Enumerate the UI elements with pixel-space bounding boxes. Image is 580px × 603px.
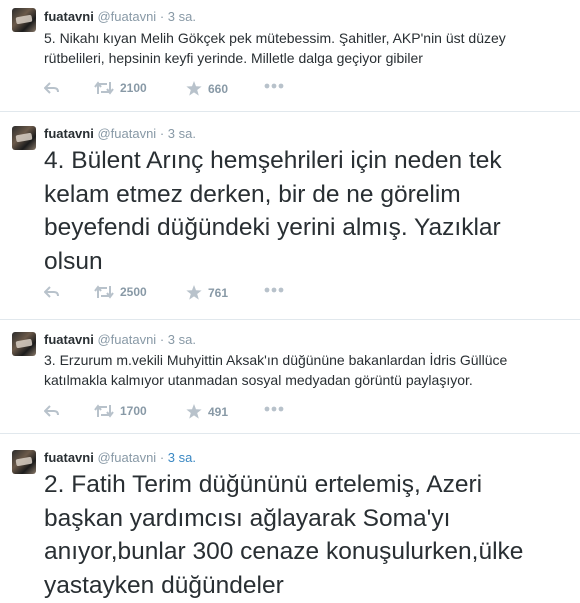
timestamp[interactable]: 3 sa.	[168, 126, 196, 141]
favorite-button[interactable]: 491	[186, 404, 228, 419]
separator-dot: ·	[159, 126, 165, 141]
retweet-icon	[94, 81, 114, 95]
user-name[interactable]: fuatavni	[44, 126, 94, 141]
tweet-text-line: 5. Nikahı kıyan Melih Gökçek pek mütebes…	[44, 30, 506, 46]
tweet-text-line: rütbelileri, hepsinin keyfi yerinde. Mil…	[44, 50, 423, 66]
more-icon	[264, 287, 284, 293]
tweet-text-line: kelam etmez derken, bir de ne görelim	[44, 180, 461, 208]
user-name[interactable]: fuatavni	[44, 450, 94, 465]
more-button[interactable]	[264, 287, 284, 293]
retweet-button[interactable]: 2500	[94, 285, 147, 299]
tweet[interactable]: fuatavni @fuatavni · 3 sa. 3. Erzurum m.…	[0, 320, 580, 434]
tweet-text-line: 2. Fatih Terim düğününü ertelemiş, Azeri	[44, 471, 483, 498]
favorite-count: 660	[208, 81, 229, 96]
avatar[interactable]	[12, 332, 36, 356]
tweet-text-line: anıyor,bunlar 300 cenaze konuşulurken,ül…	[44, 538, 524, 565]
tweet-text: 4. Bülent Arınç hemşehrileri için neden …	[44, 144, 564, 278]
tweet-header: fuatavni @fuatavni · 3 sa.	[44, 9, 196, 24]
avatar[interactable]	[12, 450, 36, 474]
retweet-icon	[94, 404, 114, 418]
user-name[interactable]: fuatavni	[44, 332, 94, 347]
tweet-text-line: katılmakla kalmıyor utanmadan sosyal med…	[44, 372, 473, 388]
tweet-text-line: olsun	[44, 247, 103, 275]
star-icon	[186, 285, 202, 300]
reply-button[interactable]	[44, 285, 60, 299]
favorite-button[interactable]: 660	[186, 81, 228, 96]
tweet-text-line: 4. Bülent Arınç hemşehrileri için neden …	[44, 147, 502, 174]
timestamp[interactable]: 3 sa.	[168, 9, 196, 24]
favorite-button[interactable]: 761	[186, 285, 228, 300]
star-icon	[186, 81, 202, 96]
user-name[interactable]: fuatavni	[44, 9, 94, 24]
reply-button[interactable]	[44, 81, 60, 95]
retweet-count: 2100	[120, 81, 147, 95]
avatar[interactable]	[12, 8, 36, 32]
star-icon	[186, 404, 202, 419]
user-handle[interactable]: @fuatavni	[97, 126, 156, 141]
more-icon	[264, 83, 284, 89]
separator-dot: ·	[159, 450, 165, 465]
retweet-count: 1700	[120, 404, 147, 418]
tweet[interactable]: fuatavni @fuatavni · 3 sa. 5. Nikahı kıy…	[0, 0, 580, 112]
reply-button[interactable]	[44, 404, 60, 418]
tweet-header: fuatavni @fuatavni · 3 sa.	[44, 332, 196, 347]
more-icon	[264, 406, 284, 412]
retweet-icon	[94, 285, 114, 299]
tweet-text-line: yastayken düğündeler	[44, 571, 284, 599]
tweet-text-line: beyefendi düğündeki yerini almış. Yazıkl…	[44, 214, 501, 241]
tweet-text-line: 3. Erzurum m.vekili Muhyittin Aksak'ın d…	[44, 352, 508, 368]
tweet-text: 2. Fatih Terim düğününü ertelemiş, Azeri…	[44, 468, 564, 602]
user-handle[interactable]: @fuatavni	[97, 9, 156, 24]
favorite-count: 761	[208, 285, 229, 300]
reply-icon	[44, 82, 59, 94]
timestamp[interactable]: 3 sa.	[168, 450, 196, 465]
separator-dot: ·	[159, 9, 165, 24]
retweet-button[interactable]: 2100	[94, 81, 147, 95]
tweet[interactable]: fuatavni @fuatavni · 3 sa. 4. Bülent Arı…	[0, 112, 580, 320]
tweet-text: 5. Nikahı kıyan Melih Gökçek pek mütebes…	[44, 28, 564, 68]
retweet-count: 2500	[120, 285, 147, 299]
reply-icon	[44, 405, 59, 417]
more-button[interactable]	[264, 83, 284, 89]
timestamp[interactable]: 3 sa.	[168, 332, 196, 347]
tweet-header: fuatavni @fuatavni · 3 sa.	[44, 450, 196, 465]
tweet-text-line: başkan yardımcısı ağlayarak Soma'yı	[44, 504, 451, 532]
tweet[interactable]: fuatavni @fuatavni · 3 sa. 2. Fatih Teri…	[0, 434, 580, 603]
retweet-button[interactable]: 1700	[94, 404, 147, 418]
avatar[interactable]	[12, 126, 36, 150]
user-handle[interactable]: @fuatavni	[97, 450, 156, 465]
more-button[interactable]	[264, 406, 284, 412]
separator-dot: ·	[159, 332, 165, 347]
favorite-count: 491	[208, 404, 229, 419]
reply-icon	[44, 286, 59, 298]
user-handle[interactable]: @fuatavni	[97, 332, 156, 347]
tweet-text: 3. Erzurum m.vekili Muhyittin Aksak'ın d…	[44, 350, 564, 390]
tweet-header: fuatavni @fuatavni · 3 sa.	[44, 126, 196, 141]
